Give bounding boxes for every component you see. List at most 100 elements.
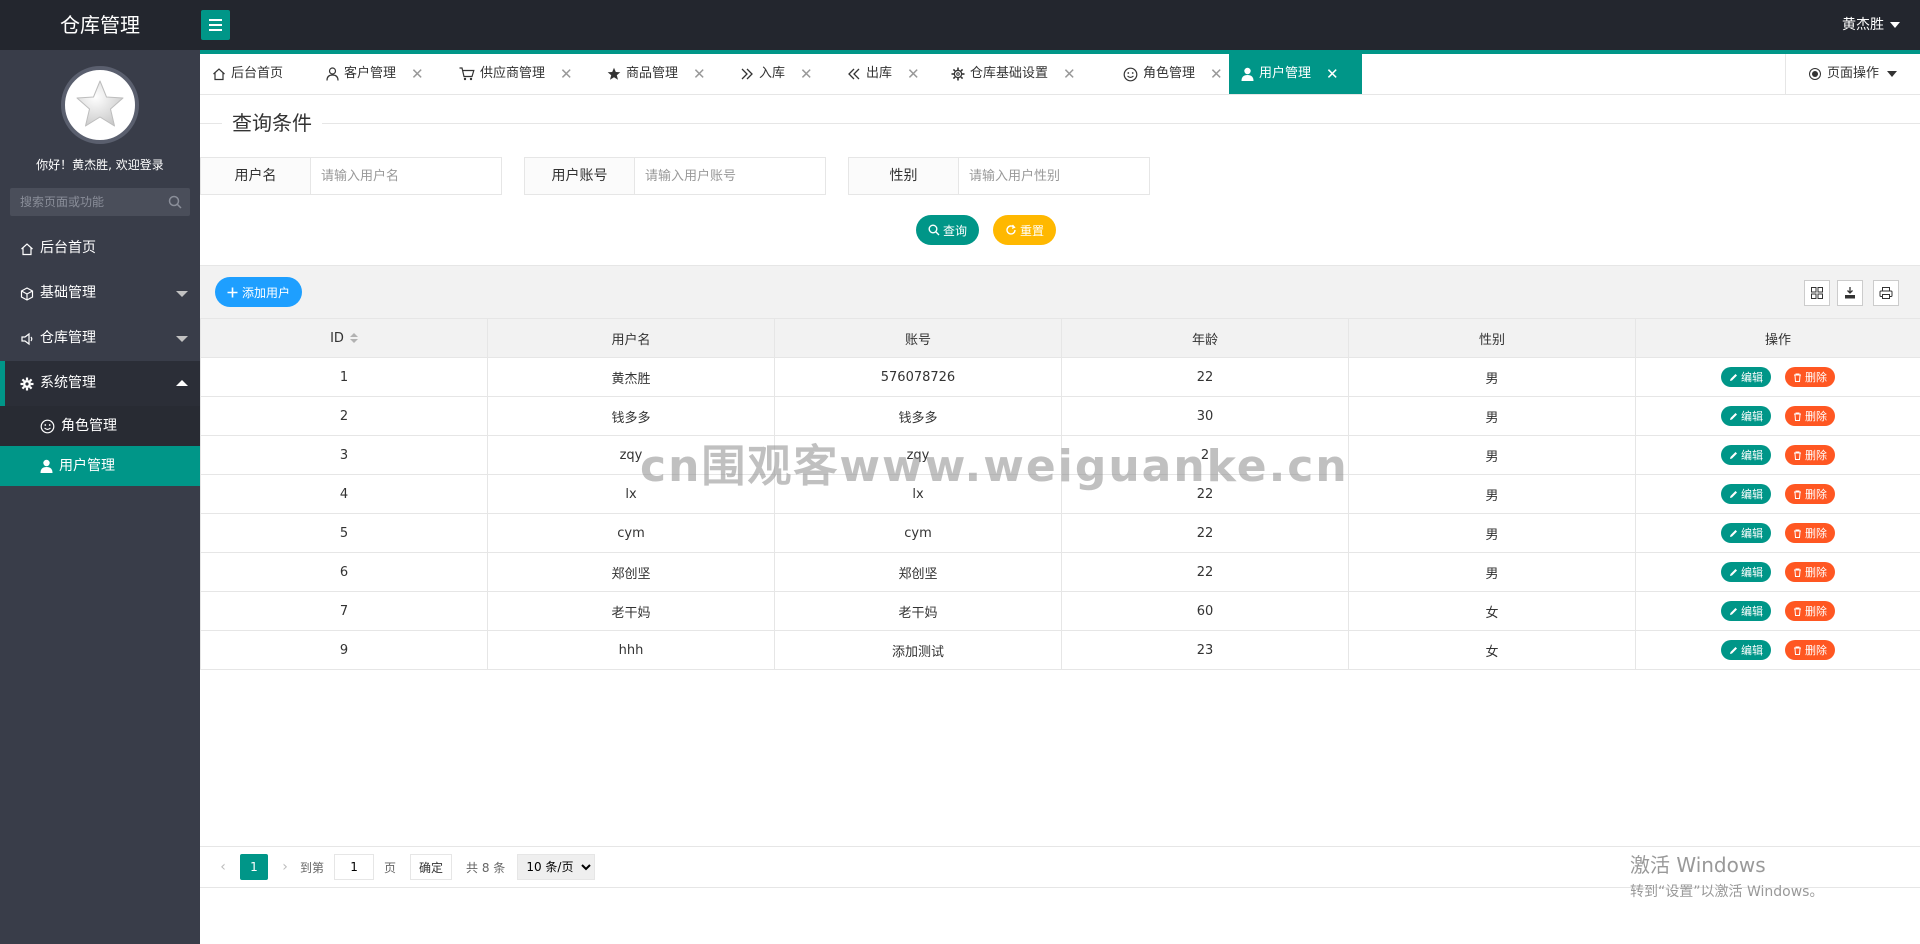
prev-page-button[interactable]: ‹ [214, 859, 232, 875]
search-button[interactable]: 查询 [916, 215, 979, 245]
table-row: 1 黄杰胜 576078726 22 男 编辑 删除 [200, 357, 1920, 397]
smile-icon [40, 419, 55, 434]
delete-button[interactable]: 删除 [1785, 562, 1835, 582]
user-menu[interactable]: 黄杰胜 [1842, 0, 1900, 50]
reset-button[interactable]: 重置 [993, 215, 1056, 245]
column-header-account: 账号 [774, 318, 1062, 358]
cart-icon [459, 67, 475, 81]
pencil-icon [1730, 451, 1737, 459]
goto-label: 到第 [300, 860, 325, 875]
pencil-icon [1730, 412, 1737, 420]
page-size-select[interactable]: 10 条/页 [517, 854, 596, 880]
sidebar-item-warehouse[interactable]: 仓库管理 [0, 316, 200, 361]
sidebar-search-input[interactable] [10, 188, 160, 216]
edit-button[interactable]: 编辑 [1721, 640, 1771, 660]
windows-activation-notice: 激活 Windows 转到“设置”以激活 Windows。 [1630, 853, 1824, 900]
tab-suppliers[interactable]: 供应商管理 ✕ [447, 54, 585, 94]
sidebar-item-roles[interactable]: 角色管理 [0, 406, 200, 446]
edit-button[interactable]: 编辑 [1721, 484, 1771, 504]
trash-icon [1794, 646, 1801, 655]
table-body: 1 黄杰胜 576078726 22 男 编辑 删除 2 钱多多 钱多多 30 男 编辑 删除 3z… [200, 357, 1920, 670]
tab-roles[interactable]: 角色管理 ✕ [1111, 54, 1235, 94]
user-icon [1241, 67, 1254, 81]
delete-button[interactable]: 删除 [1785, 640, 1835, 660]
trash-icon [1794, 490, 1801, 499]
home-icon [20, 242, 34, 256]
app-logo: 仓库管理 [60, 13, 140, 37]
edit-button[interactable]: 编辑 [1721, 601, 1771, 621]
cube-icon [20, 286, 34, 301]
table-toolbar: 添加用户 [200, 265, 1920, 318]
tab-users[interactable]: 用户管理 ✕ [1229, 54, 1362, 94]
edit-button[interactable]: 编辑 [1721, 406, 1771, 426]
delete-button[interactable]: 删除 [1785, 406, 1835, 426]
chevron-down-icon [176, 291, 188, 297]
sidebar-item-users[interactable]: 用户管理 [0, 446, 200, 486]
avatar[interactable] [61, 66, 139, 144]
users-table: ID 用户名 账号 年龄 性别 操作 1 黄杰胜 576078726 22 男 编辑 删除… [200, 318, 1920, 670]
print-icon[interactable] [1873, 280, 1899, 306]
close-icon[interactable]: ✕ [1326, 54, 1339, 94]
edit-button[interactable]: 编辑 [1721, 445, 1771, 465]
delete-button[interactable]: 删除 [1785, 484, 1835, 504]
close-icon[interactable]: ✕ [1063, 54, 1076, 94]
sort-icon[interactable] [349, 333, 358, 343]
close-icon[interactable]: ✕ [1210, 54, 1223, 94]
delete-button[interactable]: 删除 [1785, 367, 1835, 387]
close-icon[interactable]: ✕ [800, 54, 813, 94]
pencil-icon [1730, 607, 1737, 615]
refresh-icon [1006, 224, 1016, 235]
current-page[interactable]: 1 [240, 854, 268, 880]
trash-icon [1794, 451, 1801, 460]
close-icon[interactable]: ✕ [560, 54, 573, 94]
close-icon[interactable]: ✕ [907, 54, 920, 94]
welcome-text: 你好！黄杰胜, 欢迎登录 [36, 158, 164, 172]
user-name: 黄杰胜 [1842, 17, 1884, 33]
tab-warehouse-settings[interactable]: 仓库基础设置 ✕ [939, 54, 1088, 94]
username-input[interactable] [311, 158, 501, 194]
add-user-button[interactable]: 添加用户 [215, 277, 302, 307]
close-icon[interactable]: ✕ [693, 54, 706, 94]
gear-icon [951, 67, 965, 81]
delete-button[interactable]: 删除 [1785, 523, 1835, 543]
trash-icon [1794, 607, 1801, 616]
tab-outbound[interactable]: 出库 ✕ [835, 54, 932, 94]
close-icon[interactable]: ✕ [411, 54, 424, 94]
username-label: 用户名 [201, 158, 311, 194]
goto-page-input[interactable] [334, 854, 375, 880]
table-header-row: ID 用户名 账号 年龄 性别 操作 [200, 318, 1920, 358]
sidebar-item-basic[interactable]: 基础管理 [0, 271, 200, 316]
tab-home[interactable]: 后台首页 [200, 54, 295, 94]
sidebar-search [10, 188, 190, 216]
double-chevron-left-icon [847, 67, 861, 81]
edit-button[interactable]: 编辑 [1721, 562, 1771, 582]
edit-button[interactable]: 编辑 [1721, 367, 1771, 387]
pencil-icon [1730, 646, 1737, 654]
delete-button[interactable]: 删除 [1785, 601, 1835, 621]
menu-toggle-button[interactable] [201, 10, 230, 40]
tab-inbound[interactable]: 入库 ✕ [728, 54, 825, 94]
page-operations-menu[interactable]: 页面操作 [1785, 54, 1920, 94]
username-field-group: 用户名 [200, 157, 502, 195]
account-input[interactable] [635, 158, 825, 194]
next-page-button[interactable]: › [276, 859, 294, 875]
tab-products[interactable]: 商品管理 ✕ [595, 54, 718, 94]
export-icon[interactable] [1837, 280, 1863, 306]
sidebar: 你好！黄杰胜, 欢迎登录 后台首页 基础管理 仓库管理 系统管理 角色管理 [0, 50, 200, 944]
confirm-page-button[interactable]: 确定 [410, 854, 453, 880]
double-chevron-right-icon [740, 67, 754, 81]
sidebar-nav: 后台首页 基础管理 仓库管理 系统管理 角色管理 用户管理 [0, 226, 200, 486]
sidebar-item-home[interactable]: 后台首页 [0, 226, 200, 271]
tab-customers[interactable]: 客户管理 ✕ [314, 54, 436, 94]
column-header-age: 年龄 [1061, 318, 1349, 358]
column-header-gender: 性别 [1348, 318, 1636, 358]
column-filter-icon[interactable] [1804, 280, 1830, 306]
delete-button[interactable]: 删除 [1785, 445, 1835, 465]
sidebar-item-system[interactable]: 系统管理 [0, 361, 200, 406]
trash-icon [1794, 373, 1801, 382]
search-icon[interactable] [168, 195, 182, 213]
gender-label: 性别 [849, 158, 959, 194]
gender-input[interactable] [959, 158, 1149, 194]
edit-button[interactable]: 编辑 [1721, 523, 1771, 543]
column-header-id[interactable]: ID [200, 318, 488, 358]
